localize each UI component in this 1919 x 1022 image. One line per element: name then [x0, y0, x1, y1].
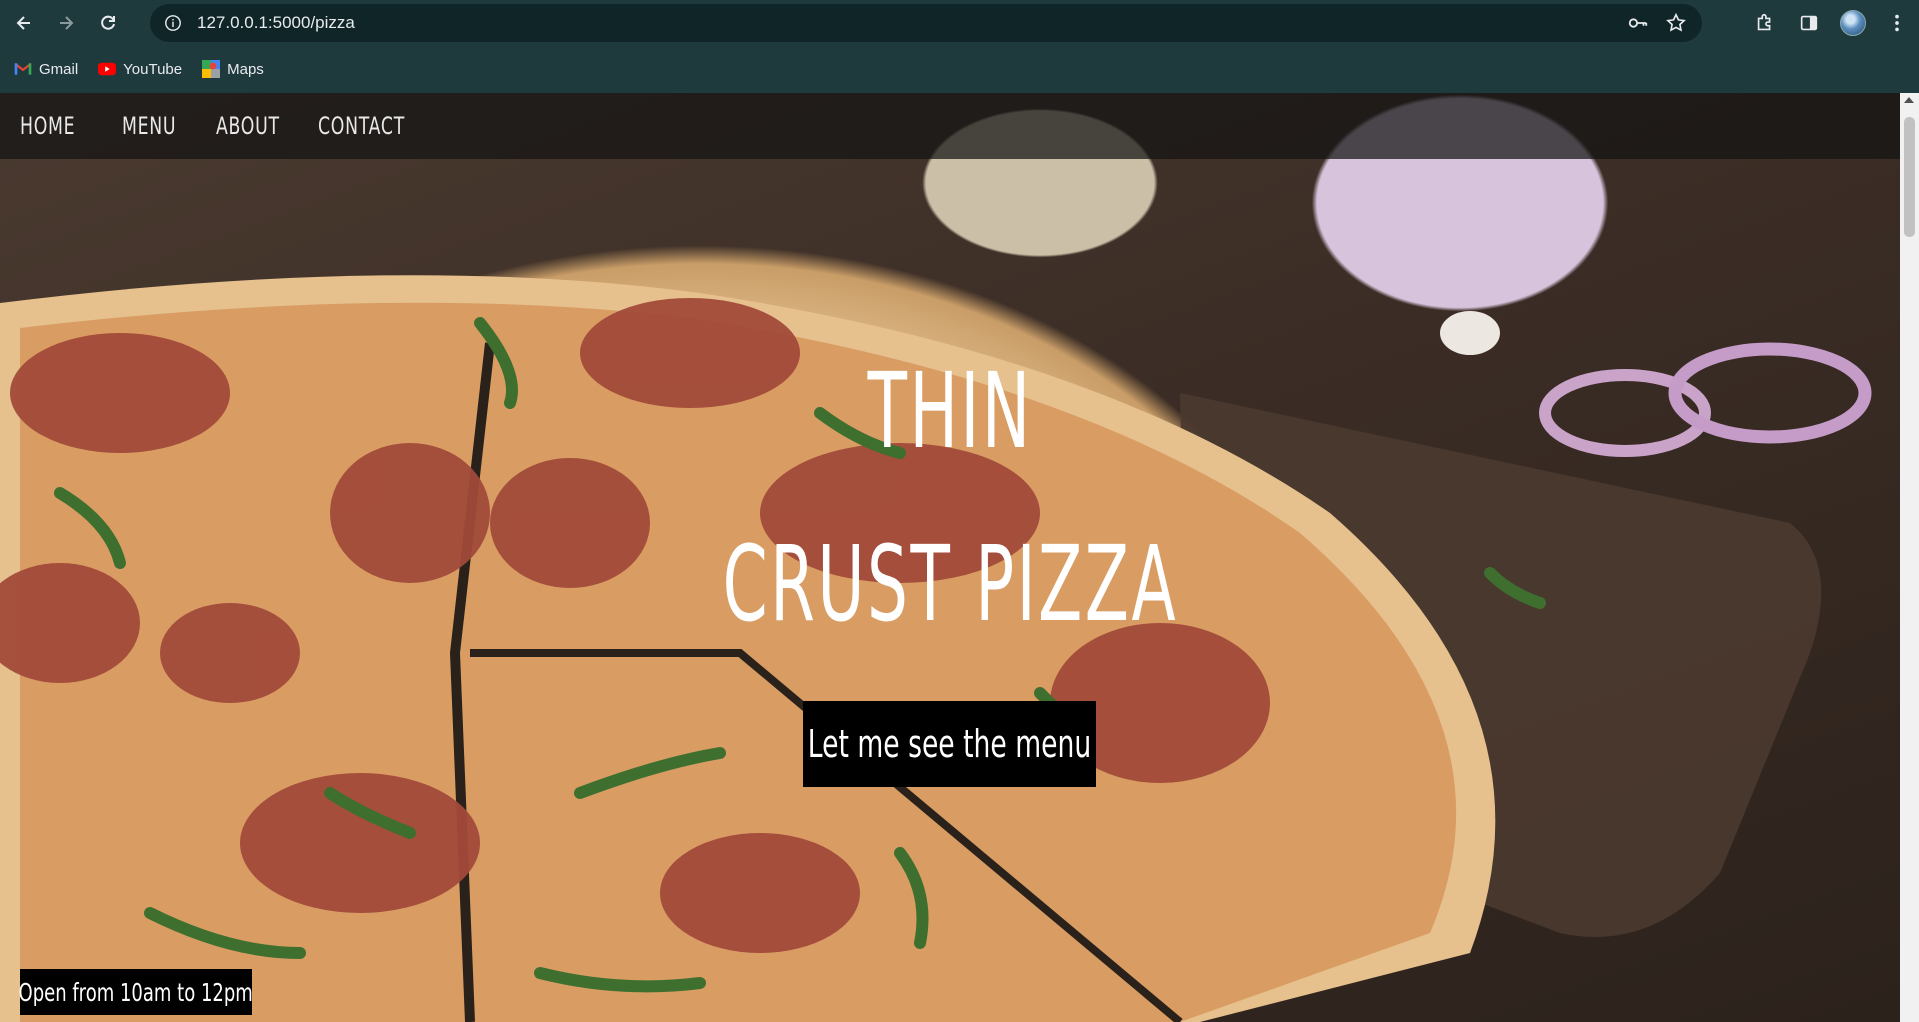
forward-button[interactable]	[48, 5, 84, 41]
hero-title-line2-text: CRUST PIZZA	[722, 523, 1178, 645]
more-menu-icon[interactable]	[1875, 4, 1919, 42]
reload-button[interactable]	[90, 5, 126, 41]
forward-arrow-icon	[60, 15, 74, 30]
nav-contact-link[interactable]: CONTACT	[318, 112, 404, 140]
gmail-icon	[14, 60, 32, 78]
bookmark-gmail[interactable]: Gmail	[14, 60, 78, 78]
bookmark-youtube[interactable]: YouTube	[98, 60, 182, 78]
hero-title-line1-text: THIN	[867, 350, 1033, 472]
bookmark-maps[interactable]: Maps	[202, 60, 264, 78]
opening-hours-text: Open from 10am to 12pm	[18, 977, 254, 1007]
hero-title-line1: THIN	[0, 350, 1900, 472]
profile-avatar[interactable]	[1831, 4, 1875, 42]
avatar	[1840, 10, 1866, 36]
url-text: 127.0.0.1:5000/pizza	[197, 13, 355, 32]
side-panel-icon[interactable]	[1787, 4, 1831, 42]
extensions-icon[interactable]	[1743, 4, 1787, 42]
page-scrollbar[interactable]	[1900, 93, 1919, 1022]
back-arrow-icon	[16, 15, 30, 30]
browser-toolbar: 127.0.0.1:5000/pizza	[0, 0, 1919, 45]
hero-title-line2: CRUST PIZZA	[0, 523, 1900, 645]
scrollbar-thumb[interactable]	[1904, 117, 1915, 237]
youtube-icon	[98, 60, 117, 78]
bookmarks-bar: Gmail YouTube Maps	[0, 45, 1919, 93]
bookmark-star-icon[interactable]	[1664, 11, 1688, 35]
bookmark-label: Maps	[227, 60, 264, 78]
nav-home-link[interactable]: HOME	[20, 112, 75, 140]
see-menu-button[interactable]: Let me see the menu	[803, 701, 1096, 787]
see-menu-button-label: Let me see the menu	[807, 722, 1092, 766]
address-bar[interactable]: 127.0.0.1:5000/pizza	[150, 4, 1702, 42]
site-navbar: HOME MENU ABOUT CONTACT	[0, 93, 1900, 159]
maps-icon	[202, 60, 221, 78]
scroll-up-arrow-icon[interactable]	[1904, 97, 1914, 103]
opening-hours-badge: Open from 10am to 12pm	[18, 969, 254, 1015]
page-viewport: HOME MENU ABOUT CONTACT THIN CRUST PIZZA…	[0, 93, 1900, 1022]
password-key-icon[interactable]	[1626, 11, 1650, 35]
reload-icon	[101, 15, 115, 30]
site-info-icon[interactable]	[161, 11, 185, 35]
back-button[interactable]	[6, 5, 42, 41]
bookmark-label: Gmail	[39, 60, 79, 78]
nav-about-link[interactable]: ABOUT	[216, 112, 279, 140]
nav-menu-link[interactable]: MENU	[122, 112, 176, 140]
bookmark-label: YouTube	[123, 60, 183, 78]
